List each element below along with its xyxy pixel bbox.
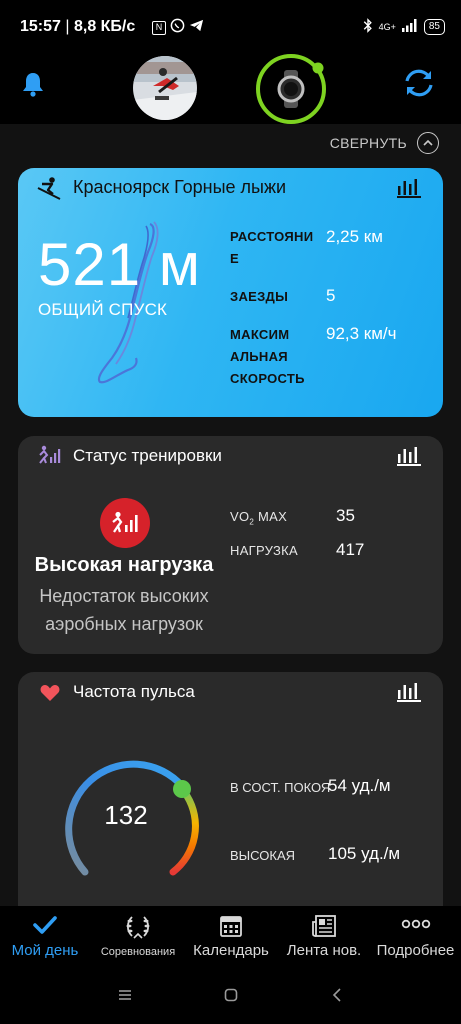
total-descent-label: ОБЩИЙ СПУСК — [38, 300, 168, 319]
high-hr-value: 105 уд./м — [328, 844, 401, 863]
bottom-navigation: Мой день Соревнования Календарь Лента но… — [0, 906, 461, 968]
nfc-icon: N — [152, 20, 166, 35]
high-load-badge-icon — [100, 498, 150, 548]
training-status-icon — [38, 445, 62, 472]
whatsapp-icon — [170, 18, 185, 37]
runs-value: 5 — [326, 286, 336, 305]
signal-icon — [401, 19, 418, 35]
battery-indicator: 85 — [423, 19, 445, 35]
load-value: 417 — [336, 540, 365, 559]
bar-chart-icon[interactable] — [397, 682, 421, 707]
collapse-label: СВЕРНУТЬ — [329, 135, 407, 151]
nav-more[interactable]: Подробнее — [370, 906, 461, 968]
bar-chart-icon[interactable] — [397, 178, 421, 203]
max-speed-label: МАКСИМ АЛЬНАЯ СКОРОСТЬ — [230, 327, 305, 386]
chevron-up-icon — [417, 132, 439, 154]
status-time: 15:57 | 8,8 КБ/с — [20, 18, 136, 35]
resting-hr-label: В СОСТ. ПОКОЯ — [230, 780, 331, 795]
training-status-description: Недостаток высоких аэробных нагрузок — [39, 586, 209, 634]
distance-label: РАССТОЯНИ Е — [230, 229, 314, 266]
network-type: 4G+ — [378, 22, 396, 32]
newsfeed-icon — [278, 914, 370, 938]
main-content[interactable]: СВЕРНУТЬ Красноярск Горные лыжи 521 м ОБ… — [0, 124, 461, 906]
sync-icon[interactable] — [402, 68, 436, 103]
vo2max-label: VO2 MAX — [230, 509, 288, 527]
high-hr-label: ВЫСОКАЯ — [230, 848, 296, 863]
top-bar — [0, 54, 461, 124]
nav-newsfeed[interactable]: Лента нов. — [278, 906, 370, 968]
training-status-card[interactable]: Статус тренировки Высокая нагрузка Недос… — [18, 436, 443, 654]
current-heart-rate: 132 — [104, 800, 148, 830]
nav-my-day[interactable]: Мой день — [0, 906, 90, 968]
nav-competitions[interactable]: Соревнования — [92, 906, 184, 968]
bluetooth-icon — [363, 18, 373, 36]
skier-icon — [36, 176, 62, 207]
training-status-text: Высокая нагрузка — [34, 554, 214, 576]
avatar[interactable] — [133, 56, 197, 120]
check-icon — [0, 914, 90, 938]
telegram-icon — [189, 18, 204, 37]
heart-rate-card-title: Частота пульса — [73, 682, 195, 701]
total-descent-value: 521 м — [38, 231, 202, 298]
ski-activity-card[interactable]: Красноярск Горные лыжи 521 м ОБЩИЙ СПУСК… — [18, 168, 443, 417]
collapse-button[interactable]: СВЕРНУТЬ — [330, 132, 439, 154]
load-label: НАГРУЗКА — [230, 543, 298, 558]
heart-rate-card[interactable]: Частота пульса 132 В СОСТ. ПОКОЯ 54 уд./… — [18, 672, 443, 906]
bar-chart-icon[interactable] — [397, 446, 421, 471]
laurel-icon — [92, 914, 184, 939]
resting-hr-value: 54 уд./м — [328, 776, 391, 795]
network-speed: 8,8 КБ/с — [73, 18, 136, 35]
ski-card-title: Красноярск Горные лыжи — [73, 177, 287, 197]
more-icon — [370, 914, 461, 938]
nav-calendar[interactable]: Календарь — [186, 906, 276, 968]
system-navigation-bar — [0, 968, 461, 1024]
training-card-title: Статус тренировки — [73, 446, 222, 465]
home-icon[interactable] — [224, 988, 238, 1007]
distance-value: 2,25 км — [326, 227, 383, 246]
back-icon[interactable] — [332, 988, 342, 1007]
bell-icon[interactable] — [20, 70, 46, 103]
runs-label: ЗАЕЗДЫ — [230, 289, 289, 304]
status-bar: 15:57 | 8,8 КБ/с N 4G+ 85 — [0, 0, 461, 56]
vo2max-value: 35 — [336, 506, 355, 525]
calendar-icon — [186, 914, 276, 938]
watch-icon[interactable] — [254, 52, 328, 126]
max-speed-value: 92,3 км/ч — [326, 324, 397, 343]
menu-icon[interactable] — [118, 988, 132, 1006]
heart-icon — [40, 684, 60, 707]
